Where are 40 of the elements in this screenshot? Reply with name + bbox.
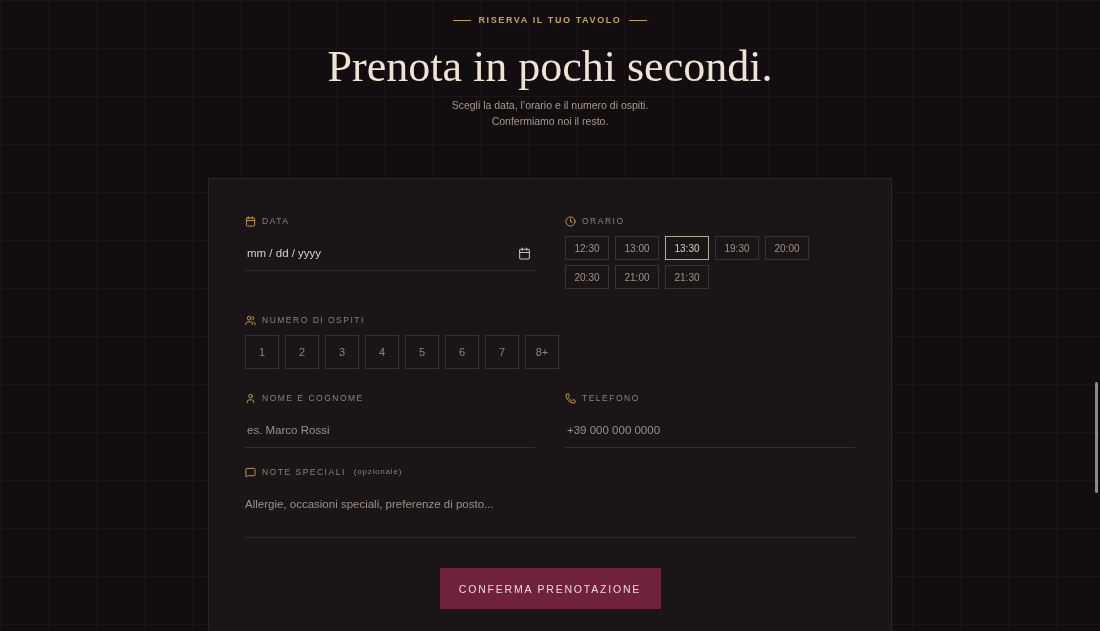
person-icon [245,392,256,404]
page-title: Prenota in pochi secondi. [327,41,773,93]
time-slot[interactable]: 21:00 [615,265,659,289]
guest-count-option[interactable]: 5 [405,335,439,369]
field-label: ORARIO [582,215,625,227]
optional-hint: (opzionale) [353,466,403,478]
guest-count-option[interactable]: 1 [245,335,279,369]
guest-count-option[interactable]: 4 [365,335,399,369]
scrollbar-thumb[interactable] [1095,382,1098,493]
field-label: TELEFONO [582,392,640,404]
time-slot[interactable]: 20:00 [765,236,809,260]
time-slot[interactable]: 19:30 [715,236,759,260]
subtitle-text: Scegli la data, l’orario e il numero di ospiti. [451,98,649,113]
eyebrow-text: RISERVA IL TUO TAVOLO [478,14,622,26]
time-slot[interactable]: 13:30 [665,236,709,260]
clock-icon [565,215,576,227]
time-slot[interactable]: 13:00 [615,236,659,260]
guest-count-option[interactable]: 8+ [525,335,559,369]
field-label: DATA [262,215,290,227]
guest-count-option[interactable]: 2 [285,335,319,369]
guest-count-option[interactable]: 6 [445,335,479,369]
speech-bubble-icon [245,466,256,478]
subtitle-text: Confermiamo noi il resto. [491,114,609,129]
name-field[interactable]: es. Marco Rossi [245,413,535,448]
field-label: NOTE SPECIALI [262,466,346,478]
phone-field[interactable]: +39 000 000 0000 [565,413,855,448]
date-field[interactable]: mm / dd / yyyy [245,236,535,271]
time-slot[interactable]: 20:30 [565,265,609,289]
calendar-icon[interactable] [518,247,531,260]
people-icon [245,314,256,326]
phone-icon [565,392,576,404]
field-label: NUMERO DI OSPITI [262,314,365,326]
confirm-button[interactable]: CONFERMA PRENOTAZIONE [439,568,661,609]
notes-field[interactable]: Allergie, occasioni speciali, preferenze di posto... [245,487,855,538]
time-slot[interactable]: 12:30 [565,236,609,260]
time-slot[interactable]: 21:30 [665,265,709,289]
guest-count-option[interactable]: 7 [485,335,519,369]
guest-count-option[interactable]: 3 [325,335,359,369]
field-label: NOME E COGNOME [262,392,364,404]
calendar-icon [245,215,256,227]
